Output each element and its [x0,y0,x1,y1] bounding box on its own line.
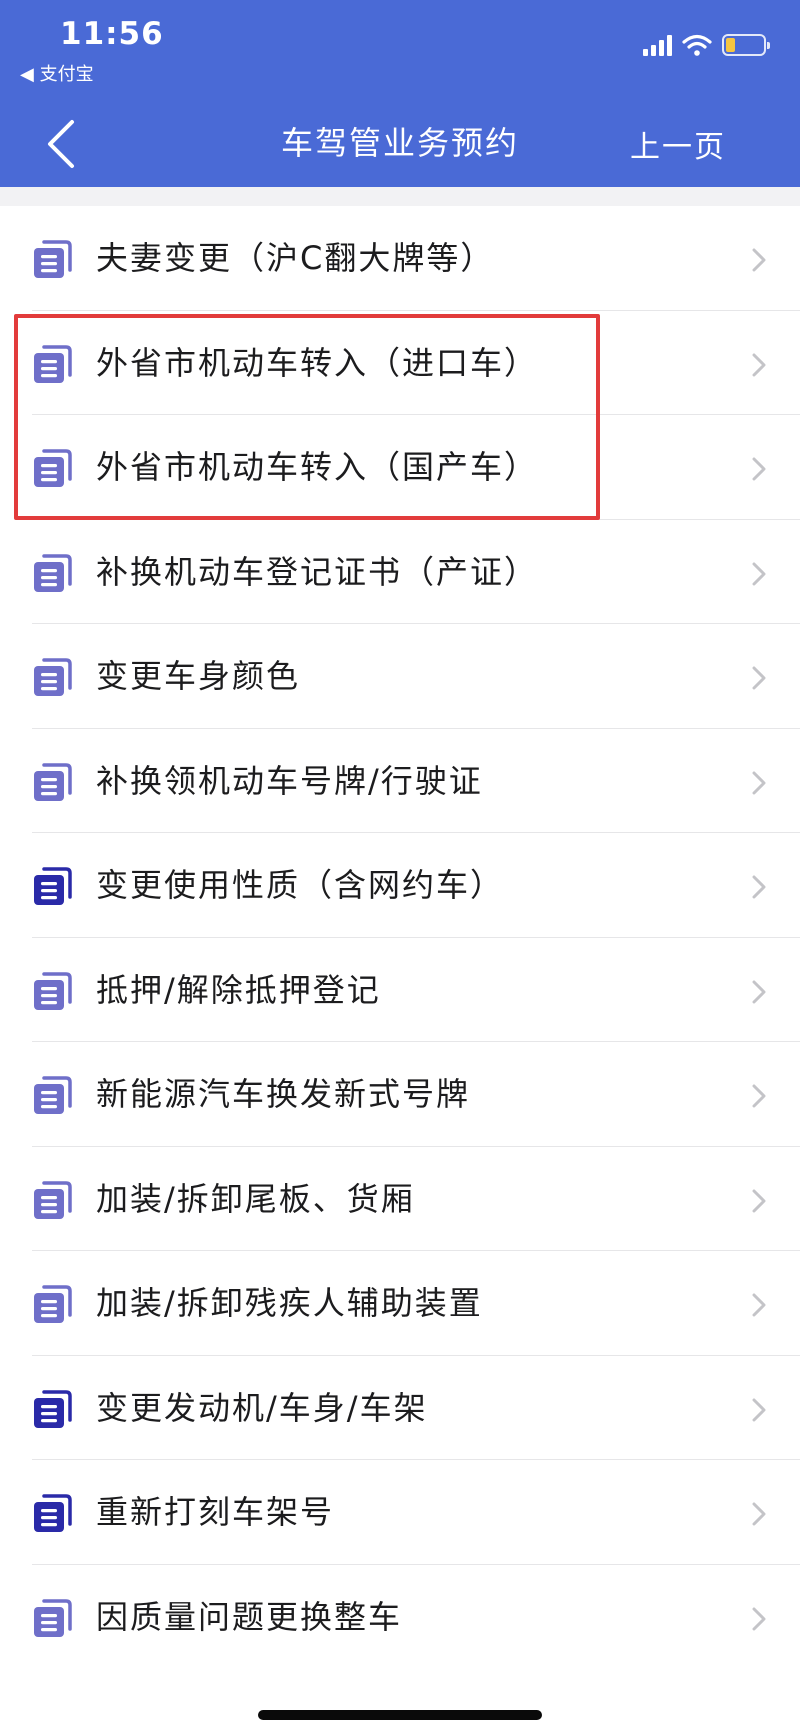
list-item-label: 变更使用性质（含网约车） [96,866,505,904]
chevron-right-icon [752,1084,766,1108]
document-icon [34,1076,72,1114]
chevron-right-icon [752,666,766,690]
chevron-right-icon [752,457,766,481]
chevron-right-icon [752,1293,766,1317]
list-item-label: 加装/拆卸尾板、货厢 [96,1179,415,1218]
business-list: 夫妻变更（沪C翻大牌等） 外省市机动车转入（进口车） 外省市机动车转入（国产车） 补换… [0,206,800,1669]
list-item-label: 因质量问题更换整车 [96,1597,403,1636]
list-item[interactable]: 补换机动车登记证书（产证） [0,520,800,625]
prev-page-button[interactable]: 上一页 [630,122,726,166]
document-icon [34,867,72,905]
chevron-right-icon [752,771,766,794]
list-item-label: 补换领机动车号牌/行驶证 [96,761,483,800]
document-icon [34,971,72,1010]
list-item[interactable]: 重新打刻车架号 [0,1460,800,1565]
list-item[interactable]: 变更使用性质（含网约车） [0,833,800,938]
document-icon [34,658,72,696]
cellular-signal-icon [643,34,672,56]
list-item-label: 外省市机动车转入（进口车） [96,343,539,382]
list-item[interactable]: 加装/拆卸残疾人辅助装置 [0,1251,800,1356]
list-item-label: 外省市机动车转入（国产车） [96,448,539,486]
list-item-label: 夫妻变更（沪C翻大牌等） [96,239,495,277]
document-icon [34,449,72,487]
section-spacer [0,187,800,206]
list-item[interactable]: 变更发动机/车身/车架 [0,1356,800,1461]
document-icon [34,1180,72,1219]
document-icon [34,1494,72,1532]
document-icon [34,1389,72,1428]
list-item[interactable]: 外省市机动车转入（进口车） [0,311,800,416]
chevron-right-icon [752,1502,766,1526]
chevron-right-icon [752,1607,766,1630]
chevron-right-icon [752,980,766,1003]
document-icon [34,240,72,278]
document-icon [34,1285,72,1323]
list-item[interactable]: 抵押/解除抵押登记 [0,938,800,1043]
list-item[interactable]: 外省市机动车转入（国产车） [0,415,800,520]
document-icon [34,553,72,592]
chevron-right-icon [752,1398,766,1421]
list-item-label: 变更车身颜色 [96,657,301,695]
chevron-right-icon [752,562,766,585]
list-item[interactable]: 因质量问题更换整车 [0,1565,800,1670]
chevron-right-icon [752,1189,766,1212]
list-item[interactable]: 变更车身颜色 [0,624,800,729]
home-indicator[interactable] [258,1710,542,1720]
list-item-label: 补换机动车登记证书（产证） [96,552,539,591]
list-item-label: 加装/拆卸残疾人辅助装置 [96,1284,483,1322]
list-item[interactable]: 加装/拆卸尾板、货厢 [0,1147,800,1252]
list-item[interactable]: 夫妻变更（沪C翻大牌等） [0,206,800,311]
chevron-right-icon [752,353,766,376]
document-icon [34,344,72,383]
list-item-label: 新能源汽车换发新式号牌 [96,1075,471,1113]
list-item-label: 变更发动机/车身/车架 [96,1388,428,1427]
list-item[interactable]: 补换领机动车号牌/行驶证 [0,729,800,834]
list-item-label: 重新打刻车架号 [96,1493,335,1531]
list-item-label: 抵押/解除抵押登记 [96,970,381,1009]
status-time: 11:56 [60,16,164,52]
document-icon [34,1598,72,1637]
document-icon [34,762,72,801]
list-item[interactable]: 新能源汽车换发新式号牌 [0,1042,800,1147]
chevron-right-icon [752,875,766,899]
back-to-app-link[interactable]: ◀ 支付宝 [20,60,94,86]
chevron-right-icon [752,248,766,272]
header-bar: 11:56 ◀ 支付宝 车驾管业务预约 上一页 [0,0,800,187]
wifi-icon [682,34,712,56]
status-icons [643,30,770,60]
battery-icon [722,34,770,56]
